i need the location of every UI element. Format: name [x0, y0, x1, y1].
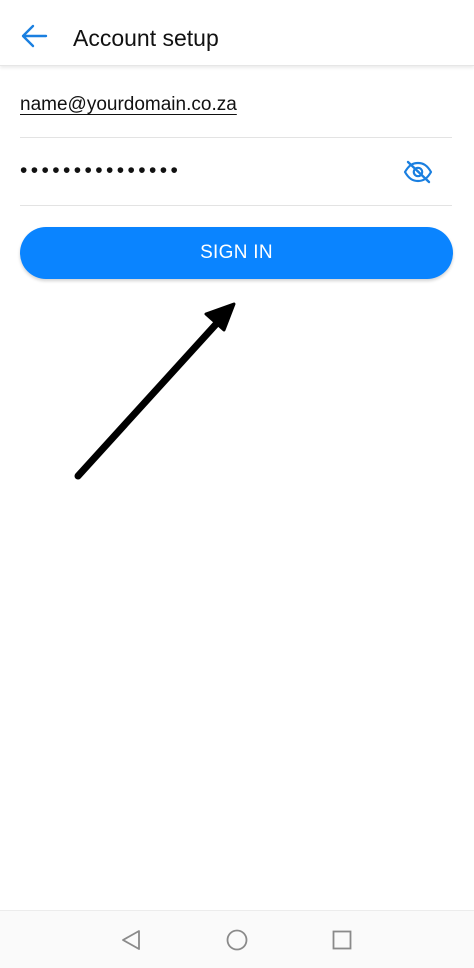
email-field[interactable]: name@yourdomain.co.za	[20, 80, 452, 138]
page-title: Account setup	[73, 25, 219, 51]
sign-in-label: SIGN IN	[200, 242, 273, 263]
app-bar: Account setup	[0, 0, 474, 66]
nav-back-button[interactable]	[116, 925, 146, 955]
square-recents-icon	[332, 930, 352, 950]
triangle-back-icon	[122, 930, 140, 950]
arrow-left-icon	[21, 24, 48, 48]
password-visibility-toggle[interactable]	[398, 154, 438, 190]
nav-recents-button[interactable]	[327, 925, 357, 955]
password-field[interactable]: •••••••••••••••	[20, 138, 452, 206]
back-button[interactable]	[12, 14, 56, 58]
email-value[interactable]: name@yourdomain.co.za	[20, 92, 237, 118]
system-nav-bar	[0, 910, 474, 968]
circle-home-icon	[226, 929, 248, 951]
password-value[interactable]: •••••••••••••••	[20, 157, 181, 185]
nav-home-button[interactable]	[222, 925, 252, 955]
sign-in-button[interactable]: SIGN IN	[20, 227, 453, 279]
eye-off-icon	[403, 160, 433, 184]
